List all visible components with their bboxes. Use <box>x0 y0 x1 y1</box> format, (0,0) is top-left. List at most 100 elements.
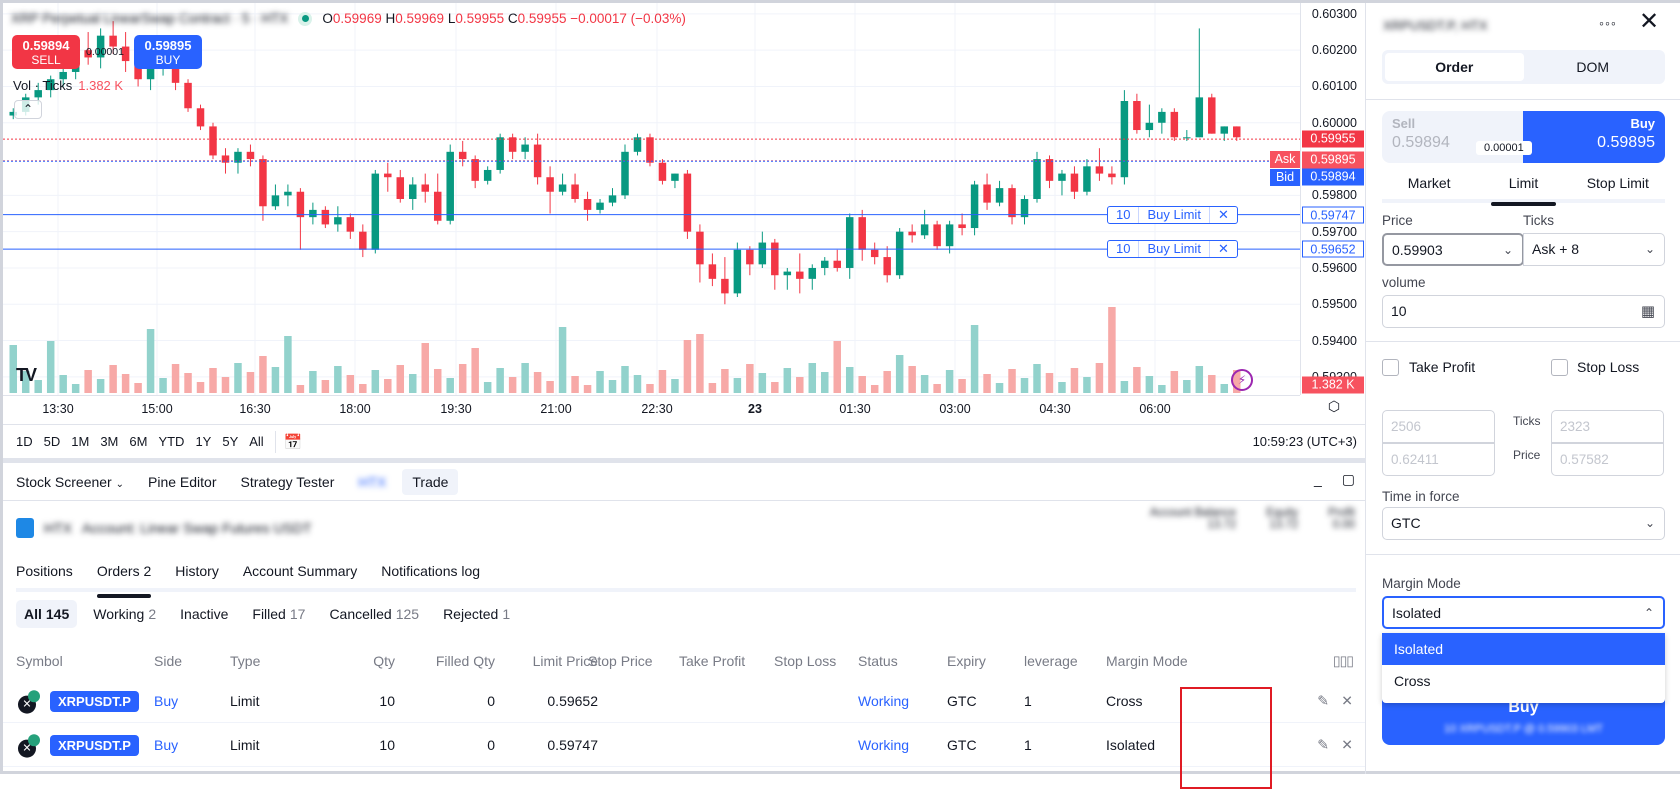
column-take-profit[interactable]: Take Profit <box>679 653 745 669</box>
cancel-order-icon[interactable]: ✕ <box>1210 207 1237 223</box>
filter-rejected[interactable]: Rejected 1 <box>435 600 518 628</box>
tab-stock-screener[interactable]: Stock Screener ⌄ <box>16 474 124 490</box>
edit-icon[interactable]: ✎ <box>1317 692 1329 709</box>
option-isolated[interactable]: Isolated <box>1382 633 1665 665</box>
tab-order[interactable]: Order <box>1385 53 1524 81</box>
filter-all[interactable]: All 145 <box>16 600 78 628</box>
price-axis[interactable]: 0.60300 0.60200 0.60100 0.60000 0.59800 0.597… <box>1300 3 1365 395</box>
edit-icon[interactable]: ✎ <box>1317 736 1329 753</box>
tif-select[interactable]: GTC ⌄ <box>1382 507 1665 540</box>
stop-loss-ticks-input[interactable]: 2323 <box>1551 410 1664 443</box>
cancel-order-icon[interactable]: ✕ <box>1341 692 1353 709</box>
range-5y[interactable]: 5Y <box>222 434 238 449</box>
columns-icon[interactable]: ▯▯▯ <box>1333 653 1354 670</box>
chart-order-buy-limit[interactable]: 10 Buy Limit ✕ <box>1107 205 1238 224</box>
quick-sell-button[interactable]: 0.59894 SELL <box>12 35 80 69</box>
filter-inactive[interactable]: Inactive <box>172 600 236 628</box>
tab-strategy-tester[interactable]: Strategy Tester <box>240 474 334 490</box>
column-margin-mode[interactable]: Margin Mode <box>1106 653 1188 669</box>
range-3m[interactable]: 3M <box>100 434 118 449</box>
candle-body <box>209 126 217 156</box>
tab-account-summary[interactable]: Account Summary <box>243 563 357 588</box>
more-icon[interactable]: ◦◦◦ <box>1599 15 1617 31</box>
stop-loss-price-input[interactable]: 0.57582 <box>1551 443 1664 476</box>
candle-body <box>1033 159 1041 199</box>
chevron-up-icon[interactable]: ⌃ <box>14 100 42 119</box>
tradingview-logo[interactable]: TV <box>16 365 37 386</box>
candle-body <box>571 184 579 199</box>
maximize-icon[interactable]: ▢ <box>1342 471 1355 488</box>
volume-input[interactable]: 10 ▦ <box>1382 295 1665 328</box>
take-profit-checkbox[interactable] <box>1382 359 1399 376</box>
tab-dom[interactable]: DOM <box>1524 53 1663 81</box>
broker-select[interactable]: HTX <box>44 520 72 536</box>
tab-stop-limit[interactable]: Stop Limit <box>1571 175 1665 199</box>
tab-broker[interactable]: HTX <box>358 474 386 490</box>
take-profit-price-input[interactable]: 0.62411 <box>1382 443 1495 476</box>
column-side[interactable]: Side <box>154 653 182 669</box>
column-expiry[interactable]: Expiry <box>947 653 986 669</box>
close-icon[interactable]: ✕ <box>1639 10 1659 34</box>
range-all[interactable]: All <box>249 434 263 449</box>
lightning-icon[interactable]: ⚡ <box>1231 369 1253 391</box>
column-type[interactable]: Type <box>230 653 260 669</box>
quick-buy-button[interactable]: 0.59895 BUY <box>134 35 202 69</box>
column-qty[interactable]: Qty <box>373 653 395 669</box>
range-ytd[interactable]: YTD <box>158 434 184 449</box>
tab-orders[interactable]: Orders 2 <box>96 563 152 598</box>
ticks-select[interactable]: Ask + 8 ⌄ <box>1523 233 1665 266</box>
margin-mode-select[interactable]: Isolated ⌃ <box>1382 596 1665 629</box>
order-row[interactable]: ✕ XRPUSDT.P Buy Limit 10 0 0.59747 Working GTC 1 I… <box>3 723 1365 767</box>
column-stop-price[interactable]: Stop Price <box>588 653 653 669</box>
tab-positions[interactable]: Positions <box>16 563 73 588</box>
price-input[interactable]: 0.59903 ⌄ <box>1382 233 1524 266</box>
tab-notifications-log[interactable]: Notifications log <box>381 563 480 588</box>
column-leverage[interactable]: leverage <box>1024 653 1078 669</box>
cell-symbol[interactable]: XRPUSDT.P <box>50 734 139 756</box>
chart-order-buy-limit[interactable]: 10 Buy Limit ✕ <box>1107 240 1238 259</box>
range-1d[interactable]: 1D <box>16 434 33 449</box>
sell-side-button[interactable]: Sell 0.59894 <box>1382 111 1523 163</box>
column-stop-loss[interactable]: Stop Loss <box>774 653 836 669</box>
cell-filled: 0 <box>487 692 495 709</box>
tab-trade[interactable]: Trade <box>402 468 459 495</box>
time-axis[interactable]: 13:30 15:00 16:30 18:00 19:30 21:00 22:30 23 01:… <box>3 395 1300 423</box>
range-6m[interactable]: 6M <box>129 434 147 449</box>
stop-loss-checkbox[interactable] <box>1551 359 1568 376</box>
filter-filled[interactable]: Filled 17 <box>244 600 313 628</box>
column-status[interactable]: Status <box>858 653 898 669</box>
take-profit-ticks-input[interactable]: 2506 <box>1382 410 1495 443</box>
symbol-title[interactable]: XRP Perpetual LinearSwap Contract · 5 · … <box>11 11 288 26</box>
volume-label: volume <box>1382 275 1426 290</box>
tab-pine-editor[interactable]: Pine Editor <box>148 474 216 490</box>
column-filled-qty[interactable]: Filled Qty <box>436 653 495 669</box>
price-chart[interactable]: XRP Perpetual LinearSwap Contract · 5 · … <box>3 3 1300 395</box>
tab-history[interactable]: History <box>175 563 219 588</box>
filter-cancelled[interactable]: Cancelled 125 <box>321 600 427 628</box>
cancel-order-icon[interactable]: ✕ <box>1341 736 1353 753</box>
minimize-icon[interactable]: _ <box>1314 471 1322 488</box>
clock[interactable]: 10:59:23 (UTC+3) <box>1253 434 1357 449</box>
price-row-label: Price <box>1513 448 1541 462</box>
volume-bar <box>771 382 779 393</box>
range-5d[interactable]: 5D <box>44 434 61 449</box>
settings-icon[interactable]: ⬡ <box>1325 398 1343 416</box>
candle-body <box>458 151 467 160</box>
cancel-order-icon[interactable]: ✕ <box>1210 241 1237 257</box>
cell-symbol[interactable]: XRPUSDT.P <box>50 690 139 712</box>
range-1m[interactable]: 1M <box>71 434 89 449</box>
tab-limit[interactable]: Limit <box>1476 175 1570 206</box>
account-select[interactable]: Account: Linear Swap Futures USDT <box>82 520 312 536</box>
column-symbol[interactable]: Symbol <box>16 653 63 669</box>
volume-bar <box>733 378 742 393</box>
calendar-goto-icon[interactable]: 📅 <box>284 433 303 451</box>
calculator-icon[interactable]: ▦ <box>1641 296 1655 327</box>
tab-market[interactable]: Market <box>1382 175 1476 199</box>
cell-status: Working <box>858 736 910 753</box>
order-row[interactable]: ✕ XRPUSDT.P Buy Limit 10 0 0.59652 Working GTC 1 C… <box>3 679 1365 723</box>
range-1y[interactable]: 1Y <box>195 434 211 449</box>
filter-working[interactable]: Working 2 <box>85 600 164 628</box>
option-cross[interactable]: Cross <box>1382 665 1665 697</box>
price-label: Price <box>1382 213 1413 228</box>
buy-side-button[interactable]: Buy 0.59895 <box>1523 111 1665 163</box>
